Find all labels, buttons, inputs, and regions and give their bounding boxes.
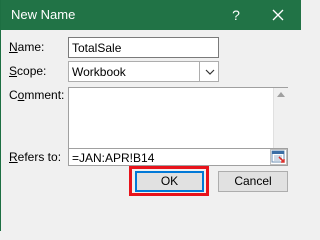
name-input[interactable]: TotalSale [68,37,219,58]
scroll-up-icon[interactable] [277,92,285,97]
new-name-dialog: New Name ? Name: TotalSale Scope: Workbo… [0,0,301,231]
chevron-down-icon [205,69,215,75]
name-input-value: TotalSale [72,41,122,55]
cancel-button[interactable]: Cancel [218,171,288,192]
refers-to-input[interactable]: =JAN:APR!B14 [68,148,288,166]
scope-select[interactable]: Workbook [68,61,219,82]
scope-select-value: Workbook [72,65,126,79]
scope-dropdown-button[interactable] [199,61,219,82]
refers-to-label: Refers to: [9,150,62,164]
collapse-dialog-button[interactable] [270,149,287,165]
close-button[interactable] [267,4,289,26]
ok-button[interactable]: OK [135,171,204,192]
refers-to-value: =JAN:APR!B14 [72,151,155,165]
scope-label: Scope: [9,64,47,78]
dialog-title: New Name [11,7,76,22]
close-icon [272,9,284,21]
comment-label: Comment: [9,88,65,102]
name-label: Name: [9,40,45,54]
title-bar: New Name ? [1,0,301,30]
range-select-icon [271,150,285,163]
help-button[interactable]: ? [225,4,247,26]
